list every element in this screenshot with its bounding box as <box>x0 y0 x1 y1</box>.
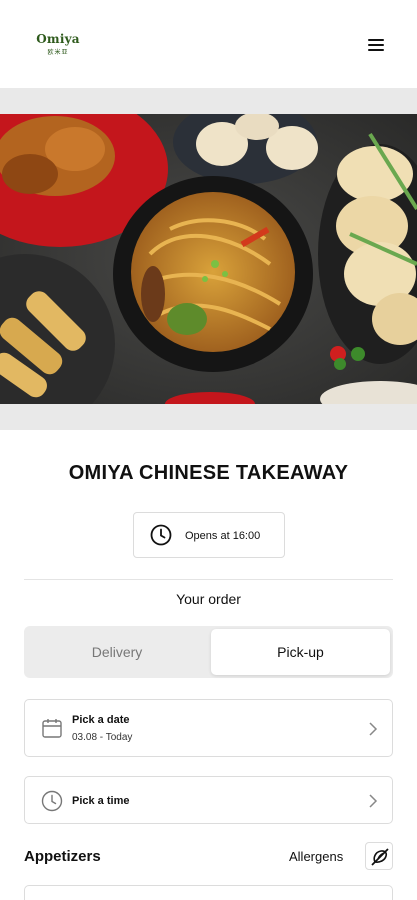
hamburger-menu-icon[interactable] <box>366 36 388 54</box>
no-allergen-icon <box>371 848 389 866</box>
pick-date-button[interactable]: Pick a date 03.08 - Today <box>24 699 393 757</box>
your-order-heading: Your order <box>176 591 241 607</box>
divider <box>24 579 393 580</box>
clock-icon <box>150 524 172 546</box>
calendar-icon <box>42 719 62 738</box>
pickup-tab[interactable]: Pick-up <box>211 629 390 675</box>
logo-text: Omiya <box>36 32 80 46</box>
logo[interactable]: Omiya 欧米亚 <box>36 32 80 56</box>
allergens-button[interactable] <box>365 842 393 870</box>
allergens-link[interactable]: Allergens <box>289 849 343 864</box>
delivery-tab[interactable]: Delivery <box>24 626 210 678</box>
pick-date-label: Pick a date <box>72 714 130 726</box>
hero-food-image <box>0 114 417 404</box>
pick-time-label: Pick a time <box>72 795 130 807</box>
clock-icon <box>41 790 63 812</box>
restaurant-name: OMIYA CHINESE TAKEAWAY <box>68 462 349 484</box>
chevron-right-icon <box>369 794 378 808</box>
pick-time-button[interactable]: Pick a time <box>24 776 393 824</box>
order-type-toggle: Delivery Pick-up <box>24 626 393 678</box>
chevron-right-icon <box>369 722 378 736</box>
food-spread-photo <box>0 114 417 404</box>
section-title-appetizers: Appetizers <box>24 848 101 865</box>
menu-item-card[interactable] <box>24 885 393 900</box>
opening-hours-badge: Opens at 16:00 <box>133 512 285 558</box>
header: Omiya 欧米亚 <box>0 0 417 88</box>
opening-hours-text: Opens at 16:00 <box>185 530 261 542</box>
pick-date-value: 03.08 - Today <box>72 732 133 743</box>
logo-subtext: 欧米亚 <box>47 49 69 56</box>
